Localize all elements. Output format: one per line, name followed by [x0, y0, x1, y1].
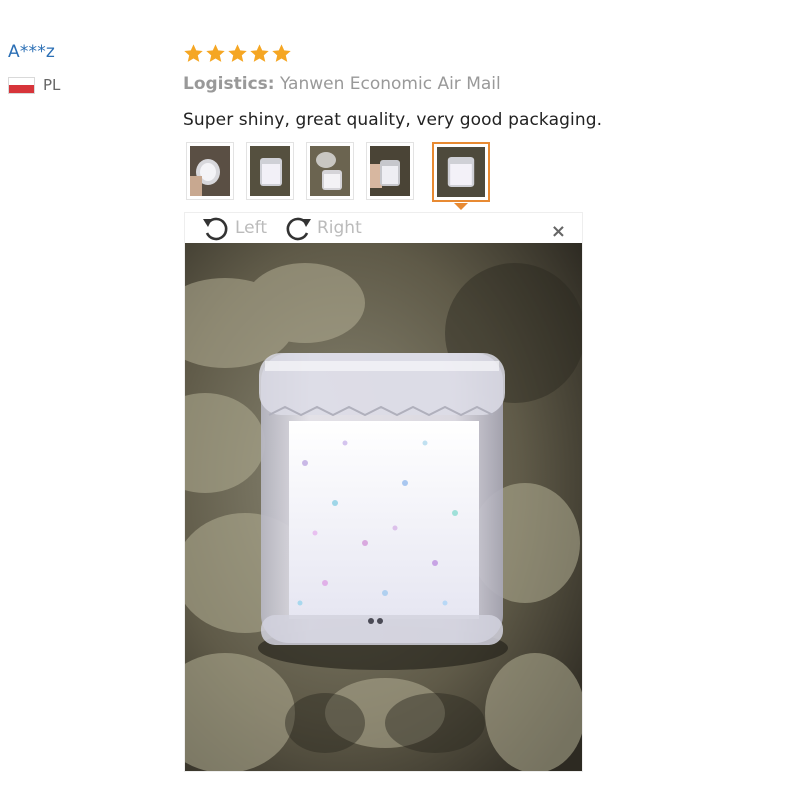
poland-flag-icon: [8, 76, 35, 94]
rotate-left-button[interactable]: Left: [199, 213, 267, 243]
photo-thumbnail[interactable]: [306, 142, 354, 200]
star-icon: [228, 43, 247, 62]
review-body: Logistics: Yanwen Economic Air Mail Supe…: [183, 40, 783, 130]
reviewer-country: PL: [8, 76, 128, 94]
reviewer-name: A***z: [8, 42, 56, 62]
photo-viewer: Left Right ×: [184, 212, 583, 772]
photo-thumbnail-image: [310, 146, 350, 196]
photo-thumbnail-image: [190, 146, 230, 196]
star-icon: [272, 43, 291, 62]
review-photo-image: [185, 243, 582, 771]
star-icon: [184, 43, 203, 62]
star-rating: [183, 40, 783, 66]
rotate-right-label: Right: [316, 218, 362, 238]
rotate-left-icon: [203, 217, 228, 241]
rotate-right-button[interactable]: Right: [281, 213, 362, 243]
photo-thumbnail-image: [250, 146, 290, 196]
photo-thumbnail[interactable]: [246, 142, 294, 200]
reviewer-info: A***z PL: [8, 42, 128, 94]
country-code: PL: [43, 76, 61, 94]
review-text: Super shiny, great quality, very good pa…: [183, 110, 603, 130]
photo-thumbnail-image: [437, 147, 485, 197]
photo-thumbnail-image: [370, 146, 410, 196]
viewer-toolbar: Left Right ×: [185, 213, 582, 243]
logistics-value: Yanwen Economic Air Mail: [279, 74, 501, 94]
close-viewer-button[interactable]: ×: [551, 221, 566, 242]
rotate-right-icon: [286, 217, 311, 241]
photo-thumbnail[interactable]: [366, 142, 414, 200]
photo-thumbnail[interactable]: [186, 142, 234, 200]
rotate-left-label: Left: [235, 218, 267, 238]
photo-thumbnails: [186, 142, 490, 210]
photo-thumbnail-selected[interactable]: [432, 142, 490, 210]
logistics-label: Logistics:: [183, 74, 275, 94]
review-photo: [185, 243, 582, 771]
selected-indicator-arrow: [454, 203, 468, 210]
logistics-info: Logistics: Yanwen Economic Air Mail: [183, 74, 783, 94]
star-icon: [206, 43, 225, 62]
star-icon: [250, 43, 269, 62]
